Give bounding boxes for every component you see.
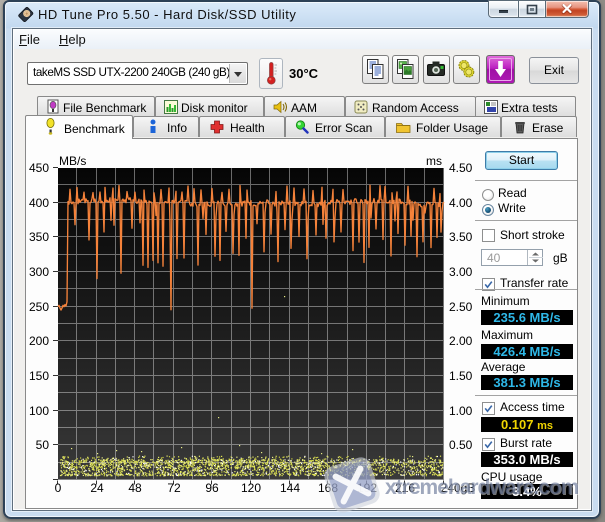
svg-text:450: 450 <box>29 161 49 175</box>
svg-text:150: 150 <box>29 369 49 383</box>
svg-text:1.50: 1.50 <box>449 369 473 383</box>
svg-text:3.00: 3.00 <box>449 265 473 279</box>
svg-text:100: 100 <box>29 404 49 418</box>
svg-text:0: 0 <box>55 481 62 495</box>
svg-text:2.00: 2.00 <box>449 334 473 348</box>
svg-text:96: 96 <box>205 481 219 495</box>
svg-text:50: 50 <box>36 438 50 452</box>
svg-text:72: 72 <box>167 481 181 495</box>
svg-text:300: 300 <box>29 265 49 279</box>
svg-text:3.50: 3.50 <box>449 230 473 244</box>
svg-text:250: 250 <box>29 300 49 314</box>
svg-text:144: 144 <box>280 481 300 495</box>
svg-text:1.00: 1.00 <box>449 404 473 418</box>
svg-text:48: 48 <box>128 481 142 495</box>
svg-text:0.50: 0.50 <box>449 438 473 452</box>
svg-text:2.50: 2.50 <box>449 300 473 314</box>
svg-text:400: 400 <box>29 196 49 210</box>
svg-text:MB/s: MB/s <box>59 154 86 168</box>
svg-text:ms: ms <box>426 154 442 168</box>
svg-text:200: 200 <box>29 334 49 348</box>
svg-text:4.50: 4.50 <box>449 161 473 175</box>
svg-text:350: 350 <box>29 230 49 244</box>
svg-text:24: 24 <box>90 481 104 495</box>
svg-text:4.00: 4.00 <box>449 196 473 210</box>
svg-text:120: 120 <box>241 481 261 495</box>
